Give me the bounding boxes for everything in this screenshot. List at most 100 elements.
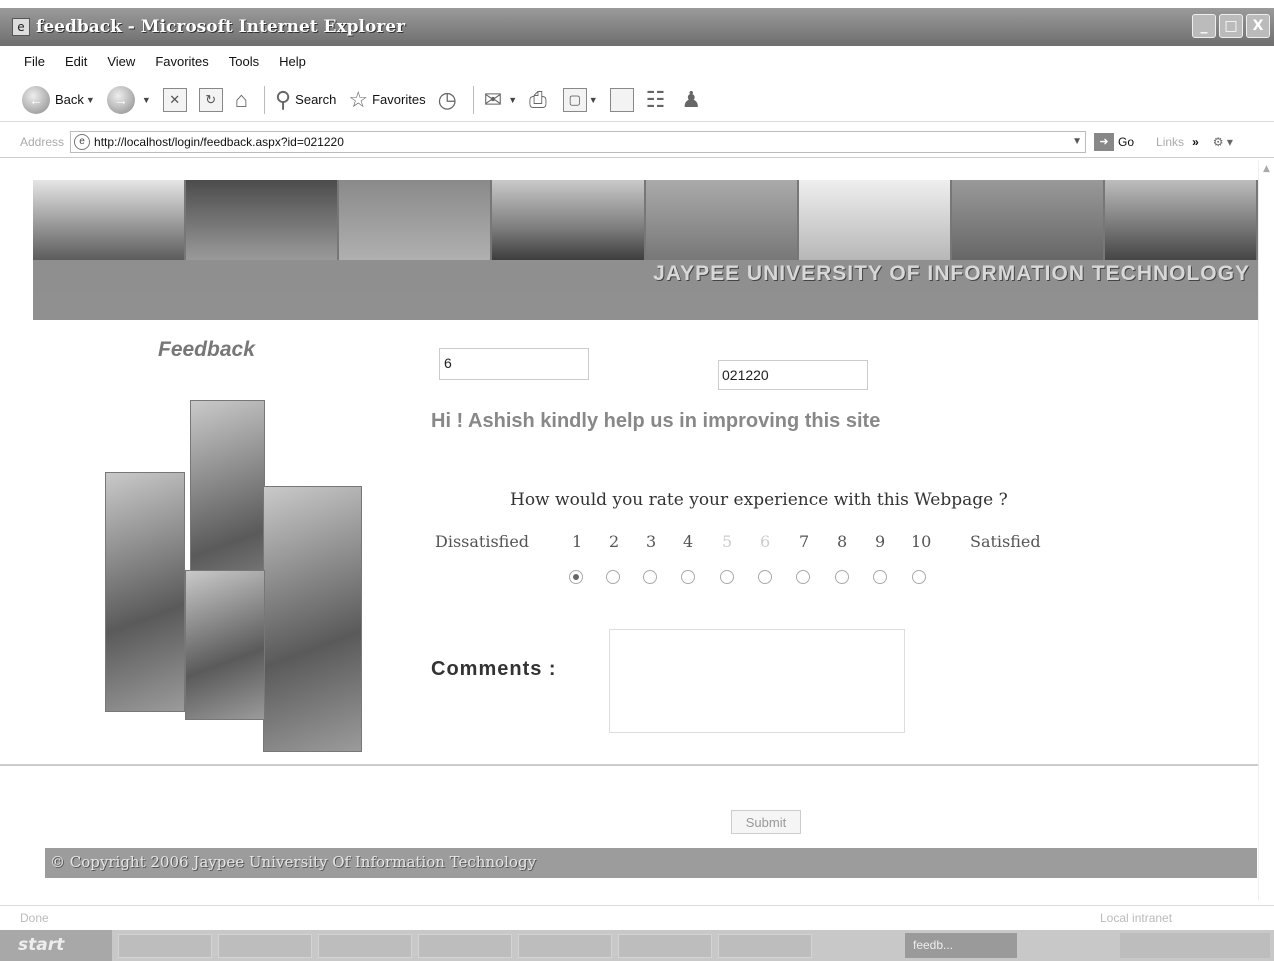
toolbar-separator [472,85,474,114]
menu-edit[interactable]: Edit [65,54,87,69]
scroll-up-icon[interactable]: ▲ [1259,164,1274,174]
toolbar-extra-icon[interactable]: ⚙ ▾ [1213,135,1233,149]
banner-photo-meeting [339,180,493,260]
rating-radio-4[interactable] [681,570,695,584]
taskbar-item[interactable] [518,933,612,958]
system-tray [1120,933,1270,958]
mail-dropdown-icon[interactable]: ▼ [508,95,517,105]
history-icon: ◷ [437,86,457,112]
collage-panel [105,472,185,712]
menu-tools[interactable]: Tools [229,54,259,69]
rating-radio-3[interactable] [643,570,657,584]
banner-photo-circuit [645,180,799,260]
mail-button[interactable]: ✉ ▼ [484,87,517,113]
menu-favorites[interactable]: Favorites [155,54,208,69]
window-controls: _ □ X [1192,14,1270,38]
rating-radio-7[interactable] [796,570,810,584]
messenger-icon: ♟ [681,86,702,112]
back-button[interactable]: ← Back ▼ [22,85,95,114]
banner-photo-lab [951,180,1105,260]
submit-button[interactable]: Submit [731,810,801,834]
ie-icon: e [12,18,30,36]
start-button[interactable]: start [0,930,112,961]
menu-help[interactable]: Help [279,54,306,69]
banner-photo-landscape [492,180,646,260]
refresh-icon: ↻ [198,87,223,112]
taskbar: start feedb... [0,930,1274,961]
address-input[interactable]: e http://localhost/login/feedback.aspx?i… [70,130,1087,153]
collage-panel [185,570,265,720]
forward-dropdown-icon[interactable]: ▼ [142,95,151,105]
print-button[interactable]: ⎙ [529,87,551,113]
toolbar-separator [264,85,266,114]
history-button[interactable]: ◷ [438,87,461,113]
taskbar-item[interactable] [118,933,212,958]
vertical-scrollbar[interactable]: ▲ [1258,160,1274,900]
banner-title: JAYPEE UNIVERSITY OF INFORMATION TECHNOL… [653,262,1250,285]
banner-photo-strip [33,180,1258,260]
taskbar-item[interactable] [718,933,812,958]
close-button[interactable]: X [1246,14,1270,38]
messenger-button[interactable]: ♟ [681,87,705,113]
favorites-button[interactable]: ☆ Favorites [348,87,425,113]
copyright-footer: © Copyright 2006 Jaypee University Of In… [45,848,1257,878]
menu-view[interactable]: View [107,54,135,69]
forward-button[interactable]: → ▼ [106,85,151,114]
rating-number: 2 [609,532,620,551]
research-icon: ☷ [645,86,666,112]
banner-bottom-band [33,292,1258,320]
address-label: Address [20,134,65,149]
home-button[interactable]: ⌂ [235,87,252,113]
taskbar-item[interactable] [618,933,712,958]
minimize-button[interactable]: _ [1192,14,1216,38]
toolbar: ← Back ▼ → ▼ ✕ ↻ ⌂ ⚲ Search ☆ Favorites … [0,78,1274,122]
back-arrow-icon: ← [22,85,50,114]
rating-low-label: Dissatisfied [435,532,530,551]
banner-photo-students [186,180,340,260]
id-text-field[interactable]: 021220 [718,360,868,390]
search-button[interactable]: ⚲ Search [275,87,336,113]
stop-icon: ✕ [162,87,187,112]
taskbar-item[interactable] [418,933,512,958]
links-label[interactable]: Links [1156,135,1184,149]
rating-radio-8[interactable] [835,570,849,584]
rating-radio-6[interactable] [758,570,772,584]
research-button[interactable]: ☷ [646,87,670,113]
edit-dropdown-icon[interactable]: ▼ [589,95,598,105]
page-viewport: JAYPEE UNIVERSITY OF INFORMATION TECHNOL… [0,160,1274,900]
rating-radio-1[interactable] [569,570,583,584]
taskbar-item[interactable] [218,933,312,958]
back-dropdown-icon[interactable]: ▼ [86,95,95,105]
menu-file[interactable]: File [24,54,45,69]
rating-number: 4 [683,532,694,551]
links-chevron[interactable]: » [1192,135,1199,149]
page-title: Feedback [158,338,255,361]
zone-text: Local intranet [1100,911,1173,925]
rating-radio-10[interactable] [912,570,926,584]
rating-number: 8 [837,532,848,551]
window-title: feedback - Microsoft Internet Explorer [36,17,406,37]
edit-button[interactable]: ▢ ▼ [562,87,598,112]
rating-radio-5[interactable] [720,570,734,584]
status-text: Done [20,911,49,925]
rating-radio-2[interactable] [606,570,620,584]
go-arrow-icon: ➜ [1094,132,1115,151]
window-titlebar: e feedback - Microsoft Internet Explorer… [0,8,1274,46]
stop-button[interactable]: ✕ [162,87,187,112]
home-icon: ⌂ [234,86,249,112]
search-icon: ⚲ [275,86,292,112]
taskbar-item[interactable] [318,933,412,958]
address-dropdown-icon[interactable]: ▼ [1072,136,1082,147]
refresh-button[interactable]: ↻ [198,87,223,112]
taskbar-item-active[interactable]: feedb... [905,933,1017,958]
rating-radio-9[interactable] [873,570,887,584]
discuss-button[interactable] [609,87,634,112]
address-url[interactable]: http://localhost/login/feedback.aspx?id=… [94,135,344,149]
rating-number: 10 [911,532,932,551]
rating-number: 3 [646,532,657,551]
comments-textarea[interactable] [609,629,905,733]
go-button[interactable]: ➜ Go [1094,132,1134,151]
maximize-button[interactable]: □ [1219,14,1243,38]
first-text-field[interactable]: 6 [439,348,589,380]
rating-number: 1 [572,532,583,551]
